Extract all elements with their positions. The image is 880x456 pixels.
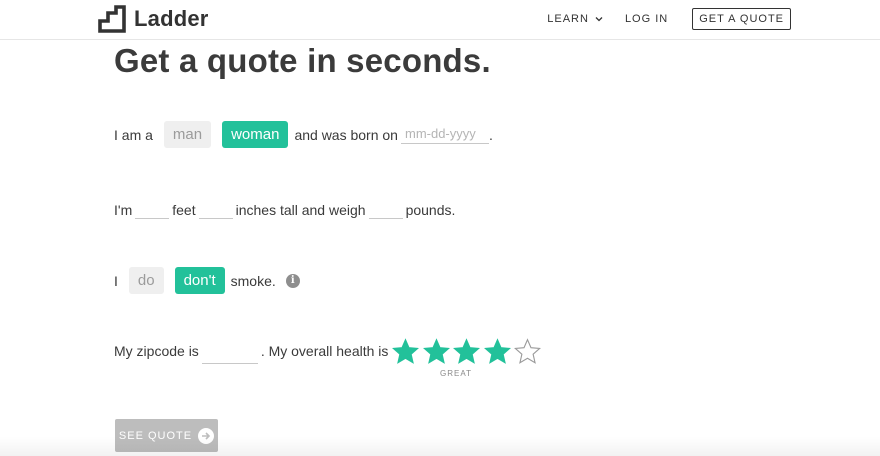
gender-prefix-text: I am a — [114, 126, 153, 143]
health-label: . My overall health is — [260, 343, 389, 359]
gender-birthdate-row: I am a man woman and was born on . — [114, 121, 493, 148]
feet-input[interactable] — [135, 201, 170, 219]
star-filled-icon[interactable] — [422, 337, 450, 365]
see-quote-button[interactable]: SEE QUOTE — [115, 419, 218, 452]
health-rating-label: GREAT — [440, 369, 472, 378]
info-icon[interactable]: i — [285, 273, 300, 288]
logo[interactable]: Ladder — [98, 5, 209, 33]
smoker-option-do[interactable]: do — [128, 267, 164, 294]
see-quote-label: SEE QUOTE — [118, 429, 193, 442]
page: Ladder LEARN LOG IN GET A QUOTE Get a qu… — [0, 0, 880, 456]
page-title: Get a quote in seconds. — [114, 42, 491, 79]
weight-input[interactable] — [368, 201, 403, 219]
nav-learn[interactable]: LEARN — [547, 13, 603, 25]
get-a-quote-button[interactable]: GET A QUOTE — [692, 8, 791, 30]
pounds-label: pounds. — [405, 202, 456, 218]
zip-health-row: My zipcode is . My overall health is — [114, 336, 545, 366]
zipcode-label: My zipcode is — [114, 343, 199, 359]
gender-option-woman[interactable]: woman — [222, 121, 289, 148]
nav-learn-label: LEARN — [547, 13, 589, 25]
feet-label: feet — [172, 202, 196, 218]
star-filled-icon[interactable] — [453, 337, 481, 365]
smoker-row: I do don't smoke. i — [114, 267, 300, 294]
gender-option-man[interactable]: man — [163, 121, 212, 148]
zipcode-input[interactable] — [201, 346, 258, 364]
site-header: Ladder LEARN LOG IN GET A QUOTE — [0, 0, 880, 40]
star-filled-icon[interactable] — [392, 337, 420, 365]
birthdate-input[interactable] — [400, 125, 489, 144]
arrow-right-icon — [202, 431, 211, 440]
smoker-option-dont[interactable]: don't — [174, 267, 225, 294]
smoker-suffix-text: smoke. — [230, 272, 276, 289]
smoker-prefix-text: I — [114, 272, 118, 289]
birthdate-period: . — [488, 126, 493, 143]
height-weight-row: I'm feet inches tall and weigh pounds. — [114, 199, 455, 221]
height-prefix-text: I'm — [114, 202, 133, 218]
health-rating-stars — [392, 337, 545, 365]
star-filled-icon[interactable] — [483, 337, 511, 365]
inches-input[interactable] — [198, 201, 233, 219]
star-empty-icon[interactable] — [514, 337, 542, 365]
top-nav: LEARN LOG IN GET A QUOTE — [547, 8, 791, 30]
brand-name: Ladder — [134, 6, 209, 31]
arrow-right-circle-icon — [198, 427, 215, 444]
ladder-logo-icon — [98, 5, 126, 33]
inches-label: inches tall and weigh — [235, 202, 366, 218]
birthdate-label: and was born on — [294, 126, 398, 143]
nav-login[interactable]: LOG IN — [625, 13, 668, 25]
chevron-down-icon — [595, 17, 603, 22]
